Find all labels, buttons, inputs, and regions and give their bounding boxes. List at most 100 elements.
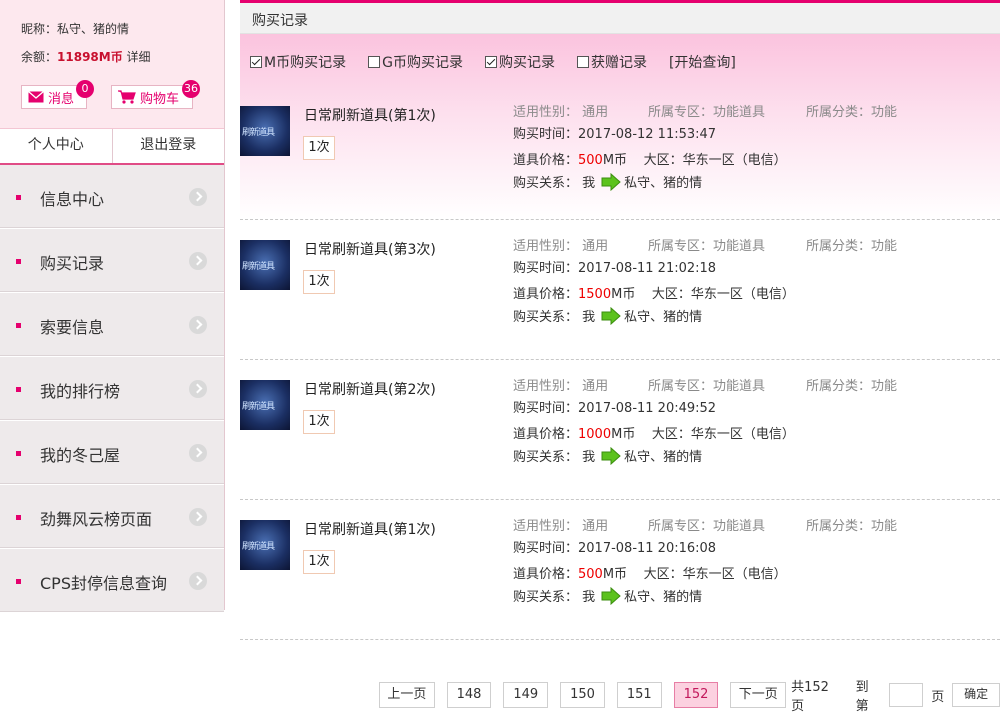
filter-purchase[interactable]: 购买记录 <box>484 52 555 72</box>
relation-target: 私守、猪的情 <box>624 310 703 325</box>
arrow-right-icon <box>601 172 621 191</box>
messages-count-badge: 0 <box>76 80 94 98</box>
filter-gift[interactable]: 获赠记录 <box>576 52 647 72</box>
cart-icon <box>118 90 136 104</box>
sidebar-item-dance-board[interactable]: 劲舞风云榜页面 <box>0 485 224 549</box>
sidebar-item-label: 信息中心 <box>40 190 105 209</box>
cart-label: 购物车 <box>140 91 180 107</box>
sidebar: 昵称：私守、猪的情 余额：11898M币 详细 消息 0 购物车 36 个人中心… <box>0 0 225 613</box>
chevron-right-icon <box>189 316 207 334</box>
relation-label: 购买关系： 我 <box>513 450 596 465</box>
thumbnail-text: 刷新道具 <box>242 128 275 138</box>
page-button[interactable]: 149 <box>503 682 549 708</box>
chevron-right-icon <box>189 252 207 270</box>
price-label: 道具价格： <box>513 567 579 582</box>
item-count: 1次 <box>303 270 335 294</box>
prev-page-button[interactable]: 上一页 <box>379 682 435 708</box>
item-price: 500 <box>578 153 603 168</box>
bullet-icon <box>16 387 21 392</box>
page-button[interactable]: 150 <box>560 682 605 708</box>
item-attributes: 适用性别： 通用 所属专区：功能道具 所属分类：功能 <box>513 375 897 394</box>
item-category: 所属分类：功能 <box>806 105 898 120</box>
sidebar-item-cps-ban-query[interactable]: CPS封停信息查询 <box>0 549 224 613</box>
sidebar-item-rankings[interactable]: 我的排行榜 <box>0 357 224 421</box>
item-thumbnail[interactable]: 刷新道具 <box>240 240 290 290</box>
sidebar-menu: 信息中心 购买记录 索要信息 我的排行榜 我的冬己屋 劲舞风云榜页面 CPS封停… <box>0 165 224 613</box>
start-search-link[interactable]: [开始查询] <box>669 52 736 72</box>
item-zone: 所属专区：功能道具 <box>648 239 766 254</box>
item-time: 购买时间：2017-08-11 20:16:08 <box>513 541 717 556</box>
relation-target: 私守、猪的情 <box>624 590 703 605</box>
price-label: 道具价格： <box>513 287 579 302</box>
messages-button[interactable]: 消息 0 <box>21 80 94 109</box>
item-attributes: 适用性别： 通用 所属专区：功能道具 所属分类：功能 <box>513 101 897 120</box>
item-category: 所属分类：功能 <box>806 379 898 394</box>
sidebar-item-label: 劲舞风云榜页面 <box>40 510 153 529</box>
messages-label: 消息 <box>48 91 75 107</box>
checkbox[interactable] <box>576 56 589 68</box>
current-page-button[interactable]: 152 <box>673 682 719 708</box>
item-gender: 适用性别： 通用 <box>513 379 609 394</box>
cart-count-badge: 36 <box>182 80 200 98</box>
page-header: 购买记录 <box>240 0 1000 34</box>
item-time: 购买时间：2017-08-12 11:53:47 <box>513 127 717 142</box>
balance-detail-link[interactable]: 详细 <box>127 50 151 64</box>
item-name: 日常刷新道具(第3次) <box>304 242 436 258</box>
item-zone: 所属专区：功能道具 <box>648 105 766 120</box>
list-item: 刷新道具 日常刷新道具(第1次) 1次 适用性别： 通用 所属专区：功能道具 所属分… <box>240 500 1000 640</box>
list-item: 刷新道具 日常刷新道具(第1次) 1次 适用性别： 通用 所属专区：功能道具 所属分… <box>240 86 1000 220</box>
item-thumbnail[interactable]: 刷新道具 <box>240 380 290 430</box>
item-attributes: 适用性别： 通用 所属专区：功能道具 所属分类：功能 <box>513 235 897 254</box>
arrow-right-icon <box>601 586 621 605</box>
page-title: 购买记录 <box>252 13 308 29</box>
goto-label: 到第 <box>855 680 869 714</box>
filter-m-coin[interactable]: M币购买记录 <box>250 52 346 72</box>
personal-center-button[interactable]: 个人中心 <box>0 129 113 163</box>
relation-target: 私守、猪的情 <box>624 450 703 465</box>
item-zone: 所属专区：功能道具 <box>648 519 766 534</box>
item-gender: 适用性别： 通用 <box>513 239 609 254</box>
sidebar-item-purchase-records[interactable]: 购买记录 <box>0 229 224 293</box>
logout-button[interactable]: 退出登录 <box>113 129 225 163</box>
list-item: 刷新道具 日常刷新道具(第3次) 1次 适用性别： 通用 所属专区：功能道具 所属分… <box>240 220 1000 360</box>
thumbnail-text: 刷新道具 <box>242 402 275 412</box>
goto-page-input[interactable] <box>889 683 924 707</box>
filter-g-coin[interactable]: G币购买记录 <box>368 52 463 72</box>
price-unit: M币 <box>611 427 636 442</box>
filter-label: 购买记录 <box>498 55 555 71</box>
page-button[interactable]: 151 <box>616 682 662 708</box>
checkbox[interactable] <box>484 56 497 68</box>
item-relation: 购买关系： 我 私守、猪的情 <box>513 446 702 465</box>
page-button[interactable]: 148 <box>446 682 492 708</box>
item-thumbnail[interactable]: 刷新道具 <box>240 106 290 156</box>
bullet-icon <box>16 515 21 520</box>
arrow-right-icon <box>601 446 621 465</box>
nickname: 昵称：私守、猪的情 <box>21 22 130 36</box>
pagination: 上一页 148 149 150 151 152 下一页 共152页 到第 页 确… <box>379 676 1000 714</box>
sidebar-item-house[interactable]: 我的冬己屋 <box>0 421 224 485</box>
relation-label: 购买关系： 我 <box>513 310 596 325</box>
item-price: 1000 <box>578 427 612 442</box>
sidebar-item-label: 我的排行榜 <box>40 382 121 401</box>
bullet-icon <box>16 259 21 264</box>
balance-value: 11898M币 <box>57 50 123 64</box>
item-category: 所属分类：功能 <box>806 519 898 534</box>
item-time: 购买时间：2017-08-11 21:02:18 <box>513 261 717 276</box>
item-thumbnail[interactable]: 刷新道具 <box>240 520 290 570</box>
sidebar-item-info-center[interactable]: 信息中心 <box>0 165 224 229</box>
item-price-row: 道具价格：500M币 大区：华东一区（电信） <box>513 149 787 168</box>
item-price: 1500 <box>578 287 612 302</box>
item-price-row: 道具价格：1500M币 大区：华东一区（电信） <box>513 283 795 302</box>
next-page-button[interactable]: 下一页 <box>730 682 787 708</box>
account-bar: 个人中心 退出登录 <box>0 129 224 165</box>
bullet-icon <box>16 579 21 584</box>
envelope-icon <box>28 91 44 103</box>
sidebar-item-request-info[interactable]: 索要信息 <box>0 293 224 357</box>
confirm-goto-button[interactable]: 确定 <box>952 683 1000 707</box>
item-region: 大区：华东一区（电信） <box>651 287 795 302</box>
checkbox[interactable] <box>368 56 381 68</box>
item-category: 所属分类：功能 <box>806 239 898 254</box>
user-profile: 昵称：私守、猪的情 余额：11898M币 详细 消息 0 购物车 36 <box>0 0 224 129</box>
checkbox[interactable] <box>250 56 262 68</box>
cart-button[interactable]: 购物车 36 <box>111 80 200 109</box>
